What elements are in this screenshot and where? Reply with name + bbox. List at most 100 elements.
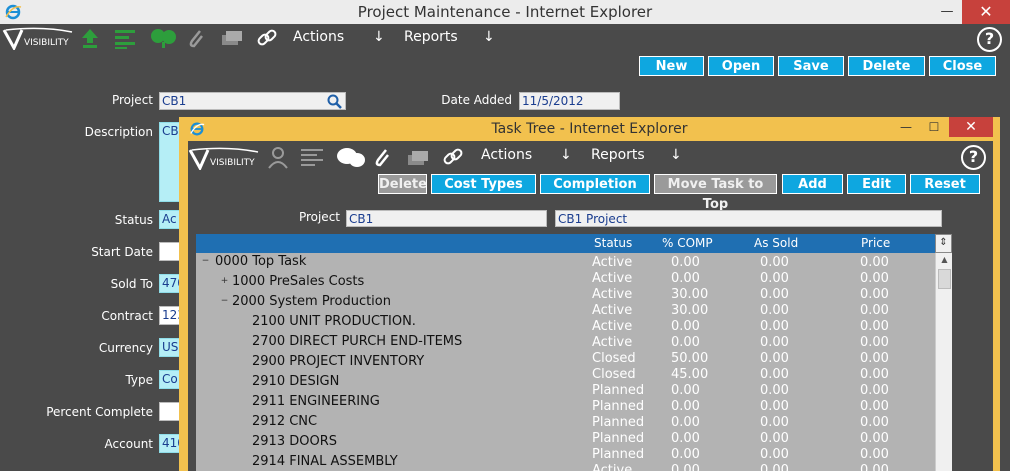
task-row[interactable]: 2900 PROJECT INVENTORY	[0, 353, 1010, 373]
task-row[interactable]: 2911 ENGINEERING	[0, 393, 1010, 413]
reset-button[interactable]: Reset	[910, 174, 980, 194]
tt-project-label: Project	[298, 210, 340, 224]
upload-icon[interactable]	[80, 27, 100, 49]
tt-attach-icon[interactable]	[372, 146, 394, 168]
tt-delete-button[interactable]: Delete	[378, 174, 427, 194]
task-row[interactable]: −2000 System Production	[0, 293, 1010, 313]
move-task-to-top-button[interactable]: Move Task to Top	[654, 174, 777, 212]
tt-stack-icon[interactable]	[406, 147, 430, 169]
comp-column-header[interactable]: % COMP	[662, 236, 713, 250]
price-cell: 0.00	[860, 303, 889, 318]
list-icon[interactable]	[114, 27, 136, 49]
status-cell: Planned	[592, 447, 645, 462]
tt-close-button[interactable]: ✕	[949, 117, 993, 137]
task-row[interactable]: 2910 DESIGN	[0, 373, 1010, 393]
task-name: 1000 PreSales Costs	[232, 274, 365, 289]
actions-menu[interactable]: Actions	[293, 29, 344, 45]
tt-actions-menu[interactable]: Actions	[481, 147, 532, 163]
tree-icon[interactable]	[150, 27, 178, 49]
sold-cell: 0.00	[760, 255, 789, 270]
reports-menu[interactable]: Reports	[404, 29, 458, 45]
comp-cell: 30.00	[671, 287, 709, 302]
help-icon[interactable]: ?	[977, 27, 1002, 52]
status-cell: Active	[592, 303, 633, 318]
task-name: 2700 DIRECT PURCH END-ITEMS	[252, 334, 463, 349]
comp-cell: 45.00	[671, 367, 709, 382]
task-name: 2913 DOORS	[252, 434, 337, 449]
add-button[interactable]: Add	[782, 174, 843, 194]
delete-button[interactable]: Delete	[848, 56, 925, 76]
close-window-button[interactable]: ✕	[962, 0, 1010, 24]
stack-icon[interactable]	[220, 27, 244, 49]
comp-cell: 0.00	[671, 335, 700, 350]
price-cell: 0.00	[860, 383, 889, 398]
task-row[interactable]: 2913 DOORS	[0, 433, 1010, 453]
status-field[interactable]: Ac	[159, 210, 181, 229]
price-cell: 0.00	[860, 447, 889, 462]
price-column-header[interactable]: Price	[861, 236, 890, 250]
tt-project-code-field[interactable]: CB1	[346, 210, 547, 227]
attach-icon[interactable]	[186, 27, 208, 49]
main-window-title: Project Maintenance - Internet Explorer	[357, 3, 653, 21]
comp-cell: 0.00	[671, 271, 700, 286]
open-button[interactable]: Open	[708, 56, 774, 76]
price-cell: 0.00	[860, 415, 889, 430]
status-cell: Planned	[592, 431, 645, 446]
expander-icon[interactable]: +	[220, 277, 229, 286]
tt-list-icon[interactable]	[300, 146, 324, 168]
date-added-field[interactable]: 11/5/2012	[519, 92, 620, 110]
comments-icon[interactable]	[335, 145, 367, 171]
tree-grid-header: Status % COMP As Sold Price	[196, 234, 952, 253]
user-icon[interactable]	[266, 146, 290, 170]
save-button[interactable]: Save	[778, 56, 844, 76]
expander-icon[interactable]: −	[201, 257, 210, 266]
tt-link-icon[interactable]	[442, 146, 464, 168]
tt-reports-menu[interactable]: Reports	[591, 147, 645, 163]
close-button[interactable]: Close	[929, 56, 996, 76]
status-column-header[interactable]: Status	[594, 236, 632, 250]
comp-cell: 30.00	[671, 303, 709, 318]
status-cell: Active	[592, 335, 633, 350]
price-cell: 0.00	[860, 463, 889, 471]
tt-reports-arrow-icon[interactable]: ↓	[670, 147, 682, 163]
scroll-sort-icon[interactable]: ⇕	[935, 234, 952, 253]
task-tree-title: Task Tree - Internet Explorer	[491, 121, 688, 137]
task-name: 0000 Top Task	[215, 254, 307, 269]
link-icon[interactable]	[256, 27, 278, 49]
minimize-button[interactable]: —	[932, 0, 962, 24]
expander-icon[interactable]: −	[220, 297, 229, 306]
logo-text: VISIBILITY	[24, 38, 69, 48]
new-button[interactable]: New	[639, 56, 704, 76]
task-row[interactable]: 2914 FINAL ASSEMBLY	[0, 453, 1010, 471]
tt-logo-text: VISIBILITY	[210, 158, 255, 168]
task-name: 2914 FINAL ASSEMBLY	[252, 454, 398, 469]
tt-actions-arrow-icon[interactable]: ↓	[560, 147, 572, 163]
tt-maximize-button[interactable]: ☐	[923, 117, 945, 137]
description-field[interactable]: CB	[159, 122, 181, 202]
actions-arrow-icon[interactable]: ↓	[373, 29, 385, 45]
task-row[interactable]: 2912 CNC	[0, 413, 1010, 433]
completion-button[interactable]: Completion	[540, 174, 650, 194]
task-row[interactable]: +1000 PreSales Costs	[0, 273, 1010, 293]
sold-column-header[interactable]: As Sold	[754, 236, 798, 250]
cost-types-button[interactable]: Cost Types	[431, 174, 536, 194]
comp-cell: 0.00	[671, 319, 700, 334]
tt-minimize-button[interactable]: —	[895, 117, 917, 137]
tt-visibility-logo: VISIBILITY	[188, 147, 259, 170]
reports-arrow-icon[interactable]: ↓	[483, 29, 495, 45]
comp-cell: 0.00	[671, 415, 700, 430]
sold-cell: 0.00	[760, 383, 789, 398]
task-row[interactable]: 2700 DIRECT PURCH END-ITEMS	[0, 333, 1010, 353]
search-icon[interactable]	[327, 94, 343, 109]
main-toolbar: VISIBILITY Actions ↓ Reports ↓ ?	[0, 24, 1010, 54]
task-row[interactable]: −0000 Top Task	[0, 253, 1010, 273]
price-cell: 0.00	[860, 287, 889, 302]
task-name: 2912 CNC	[252, 414, 318, 429]
status-cell: Closed	[592, 351, 636, 366]
project-input[interactable]: CB1	[159, 92, 346, 110]
task-row[interactable]: 2100 UNIT PRODUCTION.	[0, 313, 1010, 333]
edit-button[interactable]: Edit	[847, 174, 906, 194]
price-cell: 0.00	[860, 399, 889, 414]
tt-help-icon[interactable]: ?	[961, 145, 986, 170]
ie-icon	[190, 122, 205, 136]
